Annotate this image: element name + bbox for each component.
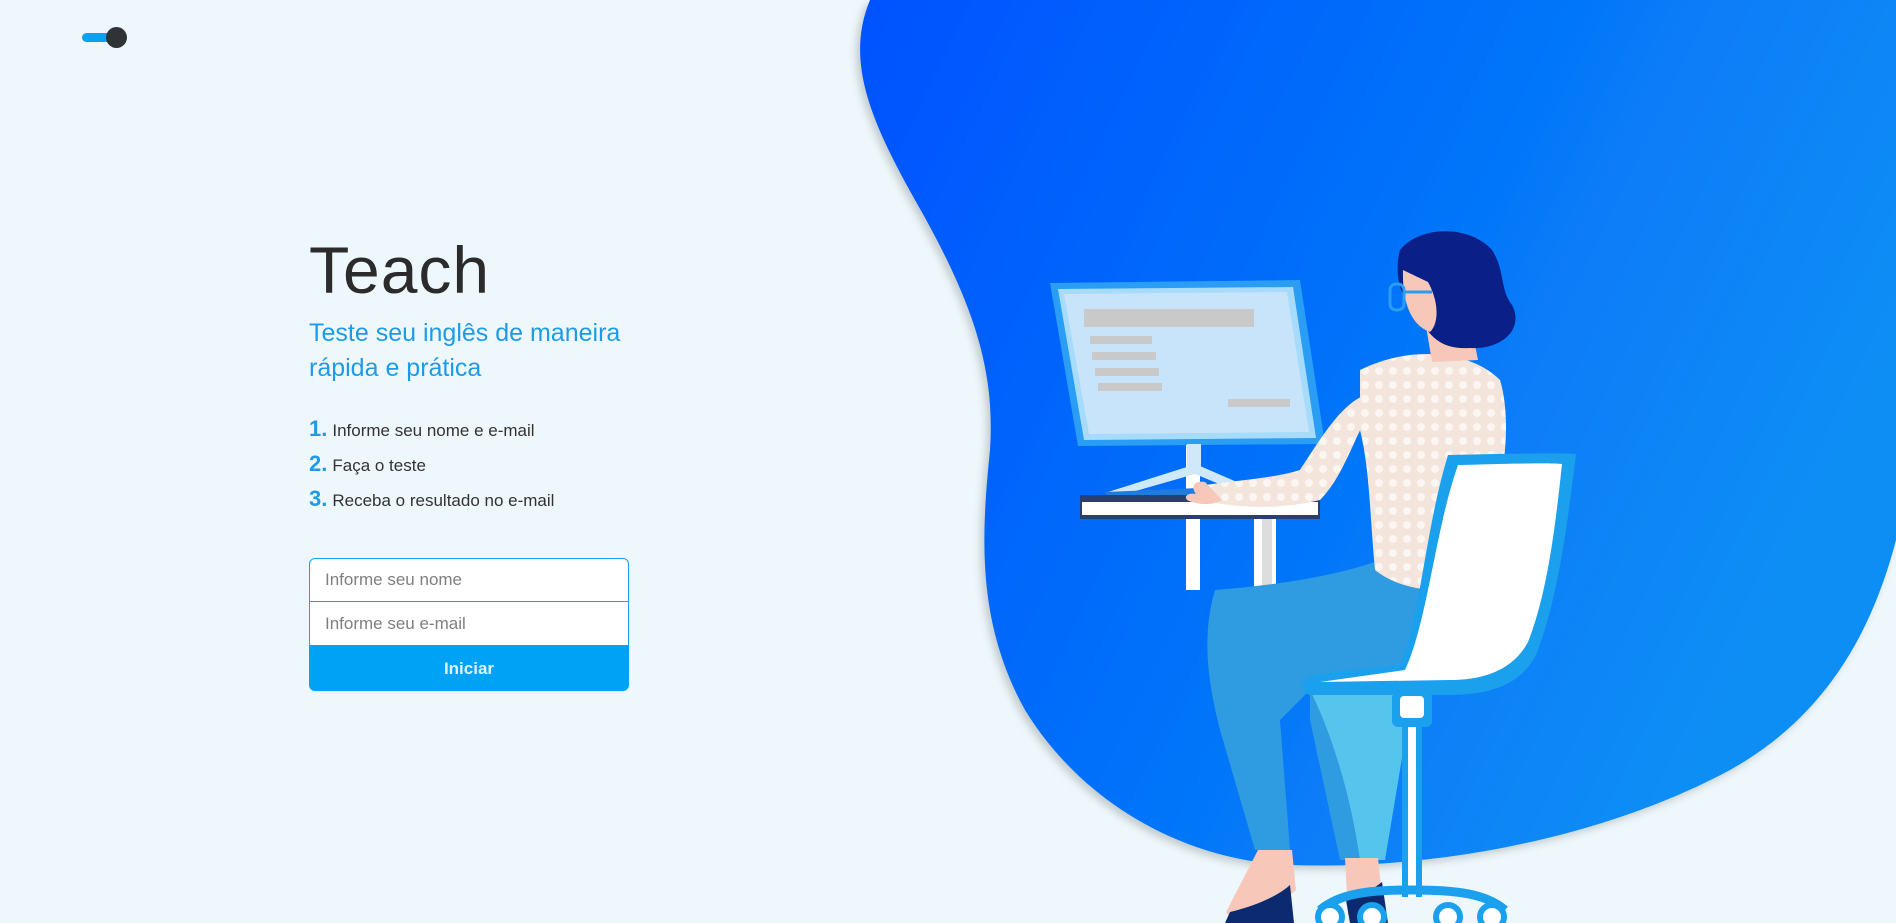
woman-at-computer-illustration bbox=[860, 0, 1896, 923]
